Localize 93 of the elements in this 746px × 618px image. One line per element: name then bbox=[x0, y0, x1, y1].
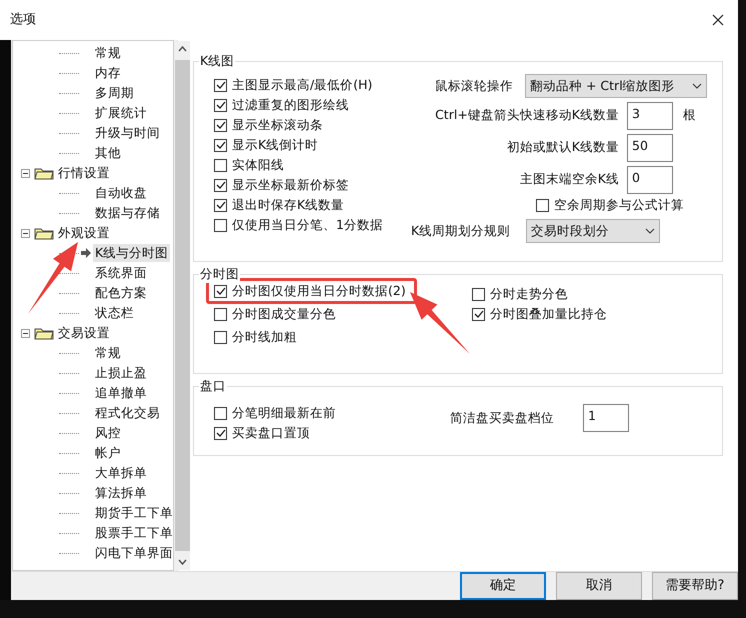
checkbox-label: 买卖盘口置顶 bbox=[232, 424, 310, 442]
checkmark-icon bbox=[474, 309, 484, 319]
dropdown[interactable]: 交易时段划分 bbox=[526, 219, 660, 243]
checkbox-label: 退出时保存K线数量 bbox=[232, 196, 344, 214]
number-field[interactable]: 0 bbox=[627, 166, 673, 194]
dialog-button[interactable]: 需要帮助? bbox=[652, 572, 738, 600]
group-title: 分时图 bbox=[199, 265, 240, 283]
checkbox[interactable] bbox=[214, 98, 227, 112]
field-label: Ctrl+键盘箭头快速移动K线数量 bbox=[434, 106, 619, 124]
checkbox[interactable] bbox=[214, 426, 227, 440]
tree-item[interactable]: 大单拆单 bbox=[93, 464, 149, 482]
checkbox-label: 仅使用当日分笔、1分数据 bbox=[232, 216, 383, 234]
checkbox[interactable] bbox=[214, 330, 227, 344]
checkbox-label: 主图显示最高/最低价(H) bbox=[232, 76, 372, 94]
collapse-toggle[interactable] bbox=[21, 168, 30, 178]
checkbox-label: 分笔明细最新在前 bbox=[232, 404, 336, 422]
tree-item[interactable]: 状态栏 bbox=[93, 304, 136, 322]
checkbox[interactable] bbox=[214, 406, 227, 420]
tree-item[interactable]: 闪电下单界面 bbox=[93, 544, 175, 562]
chevron-down-icon bbox=[645, 228, 656, 234]
dialog-button[interactable]: 确定 bbox=[460, 572, 546, 600]
tree-item[interactable]: 算法拆单 bbox=[93, 484, 149, 502]
tree-item[interactable]: 数据与存储 bbox=[93, 204, 162, 222]
checkbox[interactable] bbox=[214, 78, 227, 92]
tree-item[interactable]: 自动收盘 bbox=[93, 184, 149, 202]
tree-item[interactable]: 风控 bbox=[93, 424, 123, 442]
tree-group[interactable]: 交易设置 bbox=[58, 324, 110, 342]
tree-item[interactable]: 期货手工下单 bbox=[93, 504, 175, 522]
folder-icon bbox=[34, 166, 54, 180]
annotation-arrow bbox=[28, 242, 78, 314]
number-field[interactable]: 3 bbox=[627, 102, 673, 130]
collapse-toggle[interactable] bbox=[21, 228, 30, 238]
close-icon[interactable] bbox=[712, 14, 724, 26]
tree-item[interactable]: 内存 bbox=[93, 64, 123, 82]
checkbox-label: 分时走势分色 bbox=[490, 284, 568, 303]
tree-item[interactable]: 常规 bbox=[93, 344, 123, 362]
field-label: 鼠标滚轮操作 bbox=[435, 76, 513, 95]
field-label: 简洁盘买卖盘档位 bbox=[450, 408, 554, 427]
checkbox-label: 过滤重复的图形绘线 bbox=[232, 96, 349, 114]
checkbox-label: 显示坐标滚动条 bbox=[232, 116, 323, 134]
collapse-toggle[interactable] bbox=[21, 328, 30, 338]
tree-item[interactable]: 止损止盈 bbox=[93, 364, 149, 382]
checkbox[interactable] bbox=[472, 288, 485, 300]
chevron-down-icon bbox=[692, 83, 702, 89]
checkbox-label: 显示坐标最新价标签 bbox=[232, 176, 349, 194]
checkbox[interactable] bbox=[214, 218, 227, 232]
checkbox[interactable] bbox=[214, 198, 227, 212]
tree-item[interactable]: 股票手工下单 bbox=[93, 524, 175, 542]
tree-item[interactable]: 配色方案 bbox=[93, 284, 149, 302]
tree-item[interactable]: 扩展统计 bbox=[93, 104, 149, 122]
tree-item[interactable]: 程式化交易 bbox=[93, 404, 162, 422]
tree-item[interactable]: 多周期 bbox=[93, 84, 136, 102]
field-label: 主图末端空余K线 bbox=[518, 170, 619, 188]
window-title: 选项 bbox=[10, 11, 36, 30]
checkbox[interactable] bbox=[472, 308, 485, 320]
checkbox-label: 空余周期参与公式计算 bbox=[554, 196, 684, 214]
checkbox-label: 分时线加粗 bbox=[232, 328, 297, 346]
checkbox[interactable] bbox=[214, 158, 227, 172]
checkbox[interactable] bbox=[536, 198, 549, 212]
tree-item[interactable]: 其他 bbox=[93, 144, 123, 162]
tree-item[interactable]: K线与分时图 bbox=[93, 244, 170, 262]
tree-group[interactable]: 行情设置 bbox=[58, 164, 110, 182]
chevron-down-icon[interactable] bbox=[178, 559, 187, 565]
tree-group[interactable]: 外观设置 bbox=[58, 224, 110, 242]
checkmark-icon bbox=[216, 428, 226, 438]
folder-icon bbox=[34, 326, 54, 340]
tree-item[interactable]: 帐户 bbox=[93, 444, 123, 462]
checkmark-icon bbox=[216, 286, 226, 296]
unit-label: 根 bbox=[683, 107, 696, 122]
checkbox-label: 分时图叠加量比持仓 bbox=[490, 304, 607, 323]
tree-item[interactable]: 常规 bbox=[93, 44, 123, 62]
checkbox-label: 分时图仅使用当日分时数据(2) bbox=[232, 282, 406, 300]
dialog-button[interactable]: 取消 bbox=[556, 572, 642, 600]
checkbox-label: 实体阳线 bbox=[232, 156, 284, 174]
checkbox-label: 显示K线倒计时 bbox=[232, 136, 318, 154]
field-label: 初始或默认K线数量 bbox=[506, 138, 619, 156]
tree-item[interactable]: 系统界面 bbox=[93, 264, 149, 282]
arrow-right-icon bbox=[81, 248, 91, 258]
field-label: K线周期划分规则 bbox=[411, 222, 510, 240]
dropdown[interactable]: 翻动品种 + Ctrl缩放图形 bbox=[525, 74, 707, 98]
checkbox[interactable] bbox=[214, 284, 227, 298]
checkbox-label: 分时图成交量分色 bbox=[232, 304, 336, 323]
checkbox[interactable] bbox=[214, 118, 227, 132]
checkbox[interactable] bbox=[214, 138, 227, 152]
checkbox[interactable] bbox=[214, 308, 227, 320]
number-field[interactable]: 50 bbox=[627, 134, 673, 162]
folder-icon bbox=[34, 226, 54, 240]
checkbox[interactable] bbox=[214, 178, 227, 192]
number-field[interactable]: 1 bbox=[583, 404, 629, 432]
tree-item[interactable]: 追单撤单 bbox=[93, 384, 149, 402]
scrollbar[interactable] bbox=[175, 41, 190, 570]
tree-item[interactable]: 升级与时间 bbox=[93, 124, 162, 142]
chevron-up-icon[interactable] bbox=[178, 46, 187, 52]
